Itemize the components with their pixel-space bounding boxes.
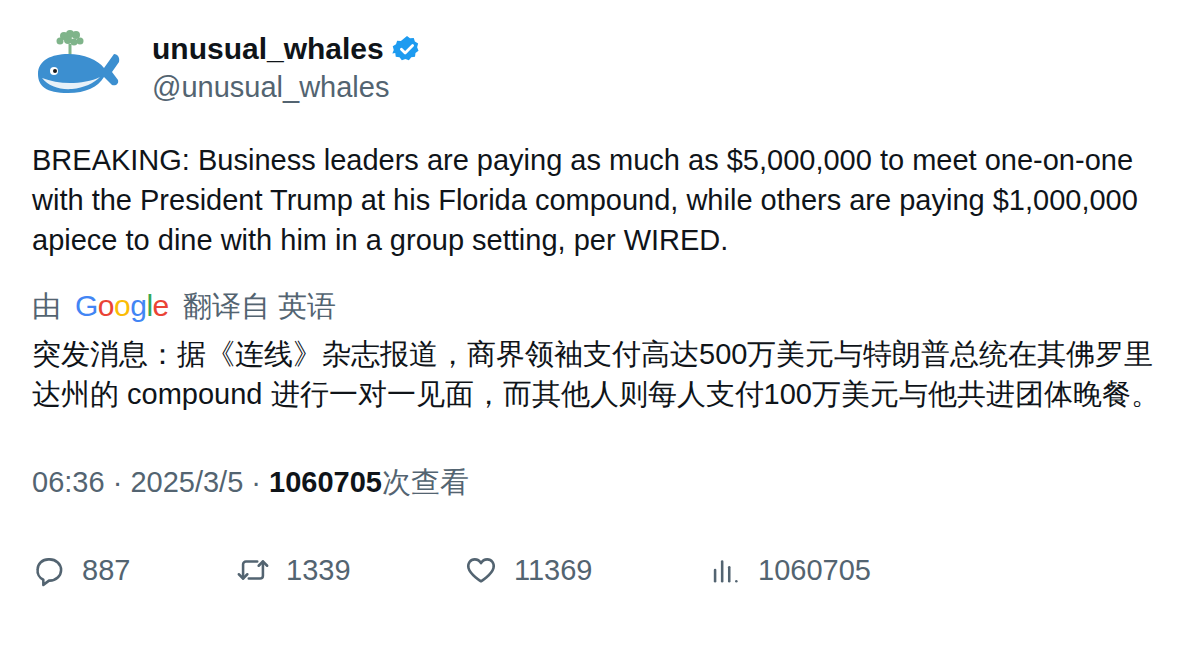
author-info: unusual_whales@unusual_whales <box>152 30 422 106</box>
author-name[interactable]: unusual_whales <box>152 30 384 68</box>
tweet-card: unusual_whales@unusual_whales BREAKING: B… <box>0 0 1196 658</box>
whale-avatar-icon[interactable] <box>32 26 124 110</box>
timestamp-row: 06:36 · 2025/3/5 · 1060705次查看 <box>32 462 1164 502</box>
like-button[interactable]: 11369 <box>464 550 708 590</box>
action-bar: 8871339113691060705 <box>32 550 1164 590</box>
views-chart-icon <box>708 553 742 587</box>
views-button[interactable]: 1060705 <box>708 550 1008 590</box>
translation-label[interactable]: 由Google翻译自 英语 <box>32 286 1164 326</box>
retweet-button[interactable]: 1339 <box>236 550 464 590</box>
tweet-time[interactable]: 06:36 · 2025/3/5 <box>32 466 243 498</box>
heart-icon <box>464 553 498 587</box>
tweet-header: unusual_whales@unusual_whales <box>32 26 1164 110</box>
reply-button[interactable]: 887 <box>32 550 236 590</box>
retweet-icon <box>236 553 270 587</box>
google-logo: Google <box>75 286 169 326</box>
author-handle[interactable]: @unusual_whales <box>152 68 422 106</box>
view-count: 1060705 <box>269 466 382 498</box>
verified-badge-icon <box>392 34 422 64</box>
reply-icon <box>32 553 66 587</box>
translated-text: 突发消息：据《连线》杂志报道，商界领袖支付高达500万美元与特朗普总统在其佛罗里… <box>32 334 1164 414</box>
tweet-text: BREAKING: Business leaders are paying as… <box>32 140 1164 260</box>
